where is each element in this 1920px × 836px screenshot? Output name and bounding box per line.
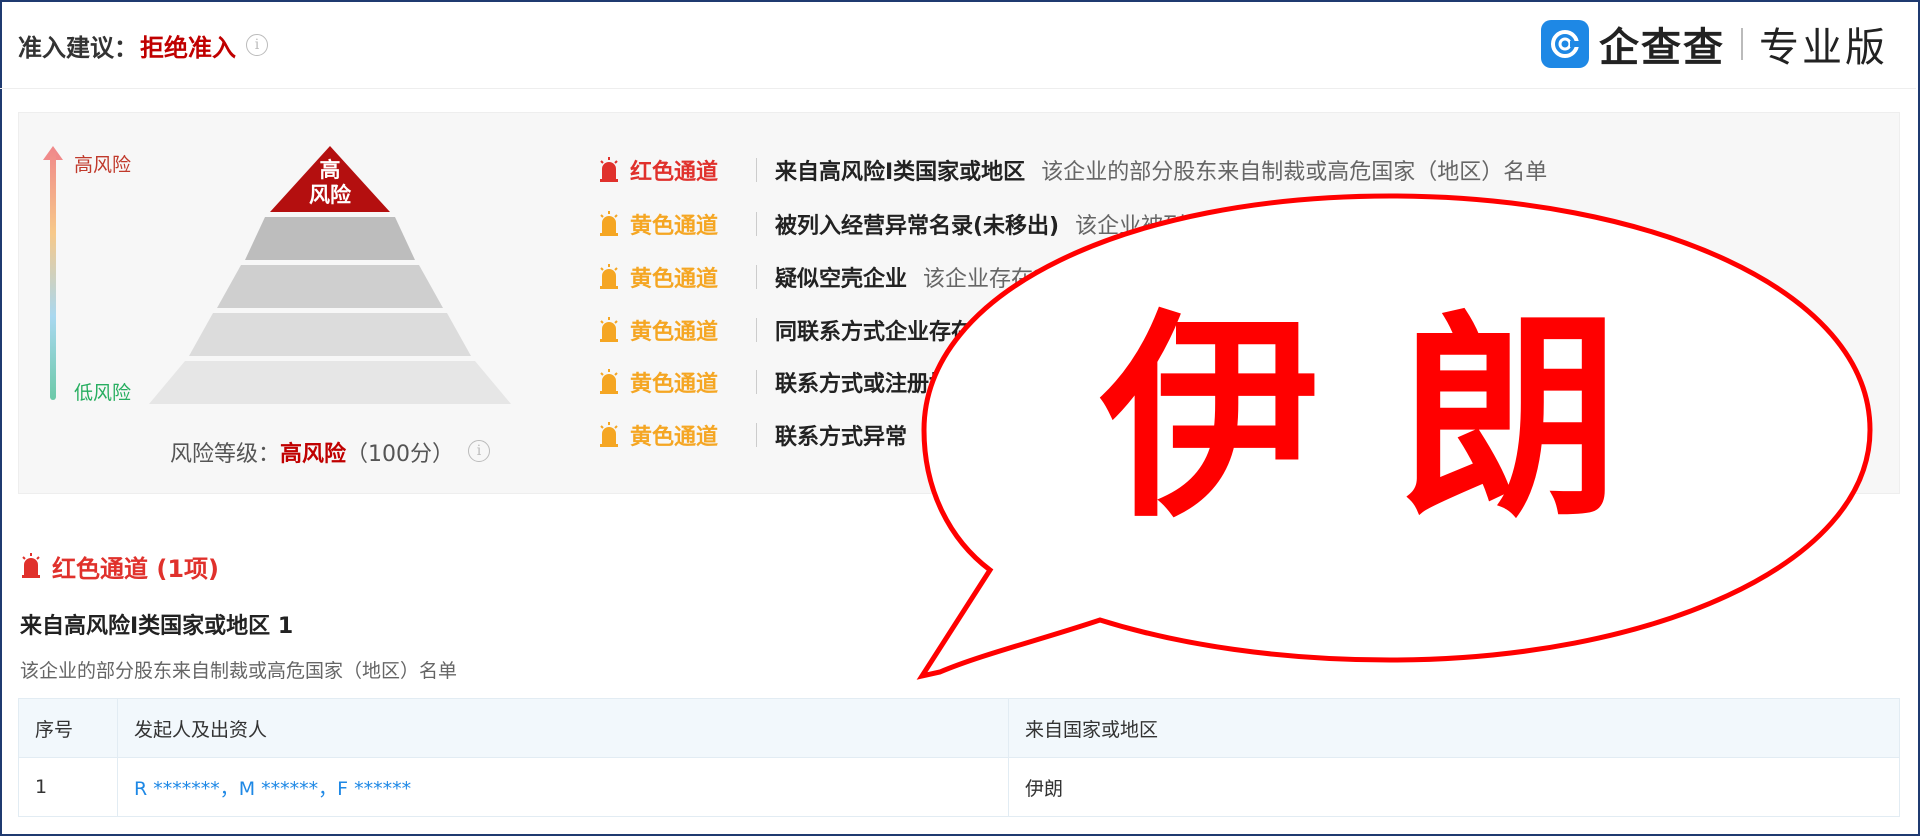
channel-name: 黄色通道	[630, 320, 719, 345]
divider	[756, 158, 757, 182]
section-heading: 红色通道 (1项)	[20, 548, 219, 584]
low-risk-label: 低风险	[74, 382, 132, 404]
pyramid-level-3	[217, 265, 443, 308]
channel-title: 联系方式异常	[775, 425, 908, 450]
pyramid-level-2	[245, 217, 415, 260]
table-header: 来自国家或地区	[1008, 698, 1900, 758]
divider	[756, 212, 757, 236]
channel-row[interactable]: 黄色通道 联系方式或注册地	[598, 364, 967, 400]
high-risk-label: 高风险	[74, 154, 132, 176]
logo-edition: 专业版	[1759, 25, 1888, 71]
table-header: 序号	[18, 698, 118, 758]
channel-desc: 该企业的部分股东来自制裁或高危国家（地区）名单	[1041, 160, 1548, 185]
siren-icon	[600, 317, 618, 342]
channel-row[interactable]: 黄色通道 被列入经营异常名录(未移出) 该企业被列	[598, 206, 1185, 242]
siren-icon	[600, 369, 618, 394]
section-desc: 该企业的部分股东来自制裁或高危国家（地区）名单	[20, 660, 458, 682]
qcc-logo-icon	[1541, 20, 1589, 68]
divider	[756, 370, 757, 394]
table-row: 1 R *******，M ******，F ****** 伊朗	[18, 757, 1900, 817]
table-cell: 伊朗	[1008, 757, 1900, 817]
channel-row[interactable]: 黄色通道 同联系方式企业存在	[598, 312, 989, 348]
siren-icon	[600, 211, 618, 236]
channel-title: 联系方式或注册地	[775, 372, 952, 397]
logo-name: 企查查	[1599, 25, 1725, 71]
channel-row[interactable]: 黄色通道 联系方式异常	[598, 417, 923, 453]
channel-title: 被列入经营异常名录(未移出)	[775, 214, 1060, 239]
info-icon[interactable]: i	[468, 440, 490, 462]
risk-level-value: 高风险	[280, 442, 347, 467]
logo: 企查查 专业版	[1541, 18, 1888, 71]
section-heading-text: 红色通道 (1项)	[52, 554, 219, 583]
risk-pyramid: 高 风险	[149, 146, 511, 404]
table-header-row: 序号 发起人及出资人 来自国家或地区	[18, 698, 1900, 758]
top-bar: 准入建议： 拒绝准入 i 企查查 专业版	[0, 0, 1916, 89]
channel-title: 来自高风险I类国家或地区	[775, 160, 1026, 185]
divider	[756, 318, 757, 342]
risk-scale-bar	[50, 150, 56, 400]
recommendation-label: 准入建议：	[18, 34, 138, 62]
channel-desc: 该企业被列	[1075, 214, 1186, 239]
pyramid-level-4	[189, 313, 471, 356]
channel-name: 黄色通道	[630, 214, 719, 239]
siren-icon	[600, 422, 618, 447]
channel-name: 黄色通道	[630, 372, 719, 397]
info-icon[interactable]: i	[246, 34, 268, 56]
divider	[756, 423, 757, 447]
investors-table: 序号 发起人及出资人 来自国家或地区 1 R *******，M ******，…	[18, 698, 1900, 817]
divider	[756, 265, 757, 289]
table-cell: 1	[18, 757, 118, 817]
siren-icon	[600, 157, 618, 182]
pyramid-top-label-2: 风险	[309, 183, 352, 207]
channel-title: 疑似空壳企业	[775, 267, 908, 292]
risk-level-line: 风险等级：高风险（100分）	[170, 436, 454, 468]
investor-links[interactable]: R *******，M ******，F ******	[134, 778, 411, 800]
siren-icon	[22, 553, 40, 578]
risk-level-label: 风险等级：	[170, 442, 281, 467]
section-subtitle: 来自高风险I类国家或地区 1	[20, 614, 294, 639]
channel-row[interactable]: 黄色通道 疑似空壳企业 该企业存在2	[598, 259, 1047, 295]
overlay-country-text: 伊朗	[1100, 288, 1701, 547]
channel-title: 同联系方式企业存在	[775, 320, 974, 345]
table-header: 发起人及出资人	[117, 698, 1009, 758]
pyramid-top-label-1: 高	[320, 158, 341, 182]
pyramid-level-5	[149, 361, 511, 404]
channel-name: 红色通道	[630, 160, 719, 185]
channel-row[interactable]: 红色通道 来自高风险I类国家或地区 该企业的部分股东来自制裁或高危国家（地区）名…	[598, 152, 1547, 188]
table-cell: R *******，M ******，F ******	[117, 757, 1009, 817]
risk-level-score: （100分）	[346, 442, 455, 467]
channel-desc: 该企业存在2	[923, 267, 1048, 292]
channel-name: 黄色通道	[630, 267, 719, 292]
siren-icon	[600, 264, 618, 289]
channel-name: 黄色通道	[630, 425, 719, 450]
logo-divider	[1741, 28, 1743, 60]
recommendation-value: 拒绝准入	[140, 34, 236, 62]
